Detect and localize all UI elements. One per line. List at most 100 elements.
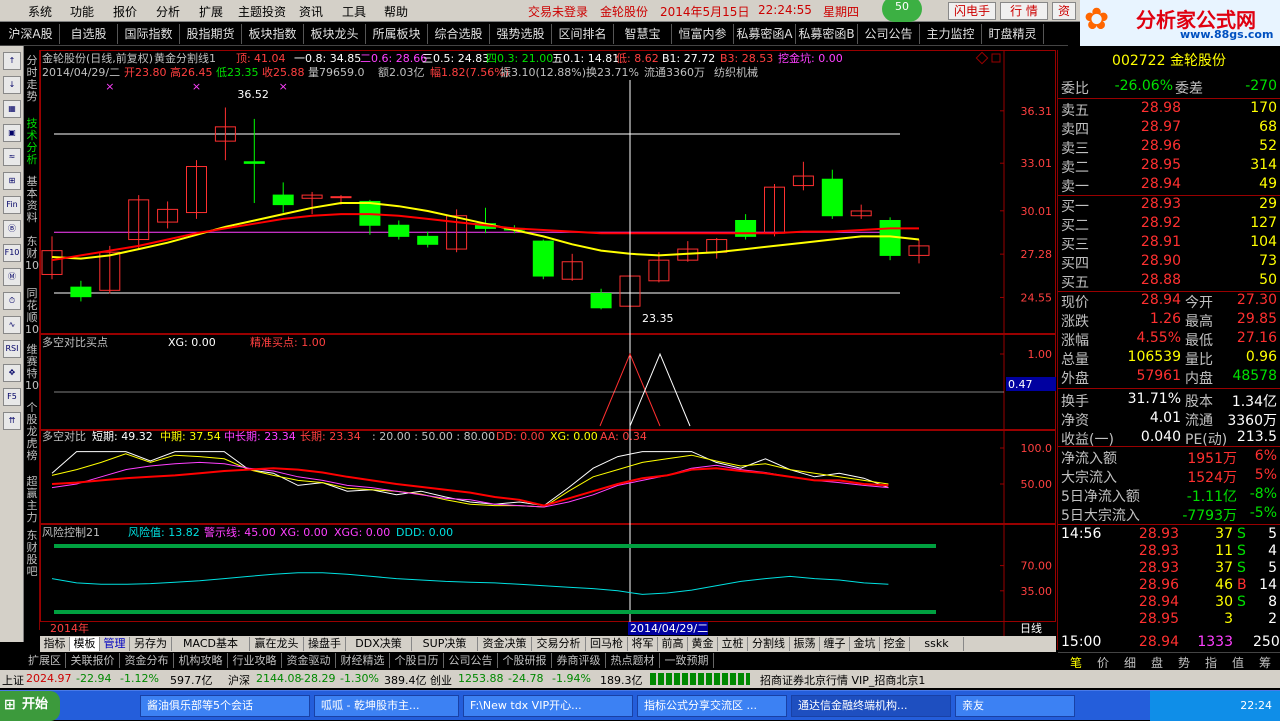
function-tab[interactable]: 资金分布 — [120, 653, 174, 668]
vertical-tab[interactable]: 技术分析 — [25, 118, 39, 166]
menu-theme[interactable]: 主题投资 — [238, 3, 286, 20]
indicator-tab[interactable]: 振荡 — [790, 637, 820, 651]
quote-button[interactable]: 行 情 — [1000, 2, 1048, 20]
toolbar-item[interactable]: 自选股 — [60, 24, 118, 44]
menu-system[interactable]: 系统 — [28, 3, 52, 20]
function-tab[interactable]: 券商评级 — [552, 653, 606, 668]
menu-quote[interactable]: 报价 — [113, 3, 137, 20]
function-tab[interactable]: 财经精选 — [336, 653, 390, 668]
toolbar-item[interactable]: 综合选股 — [428, 24, 490, 44]
indicator-tab[interactable]: 管理 — [100, 637, 130, 651]
toolbar-item[interactable]: 恒富内参 — [672, 24, 734, 44]
indicator-tab[interactable]: sskk — [910, 637, 964, 651]
toolbar-item[interactable]: 股指期货 — [180, 24, 242, 44]
left-tool-icon[interactable]: ⊞ — [3, 172, 21, 190]
quote-tab[interactable]: 价 — [1091, 654, 1115, 671]
menu-news[interactable]: 资讯 — [299, 3, 323, 20]
vertical-tab[interactable]: 维赛特10 — [25, 344, 39, 392]
indicator-tab[interactable]: 黄金 — [688, 637, 718, 651]
left-tool-icon[interactable]: Fin — [3, 196, 21, 214]
indicator-tab[interactable]: 另存为 — [130, 637, 172, 651]
menu-extend[interactable]: 扩展 — [199, 3, 223, 20]
function-tab[interactable]: 个股日历 — [390, 653, 444, 668]
indicator-tab[interactable]: 前高 — [658, 637, 688, 651]
toolbar-item[interactable]: 私募密函A — [734, 24, 796, 44]
indicator-tab[interactable]: 分割线 — [748, 637, 790, 651]
toolbar-item[interactable]: 主力监控 — [920, 24, 982, 44]
toolbar-item[interactable]: 所属板块 — [366, 24, 428, 44]
left-tool-icon[interactable]: ↓ — [3, 76, 21, 94]
task-item-guagua[interactable]: 呱呱 - 乾坤股市主... — [314, 695, 459, 717]
function-tab[interactable]: 行业攻略 — [228, 653, 282, 668]
login-status[interactable]: 交易未登录 — [528, 3, 588, 20]
indicator-tab[interactable]: 交易分析 — [532, 637, 586, 651]
indicator-tab[interactable]: SUP决策 — [412, 637, 478, 651]
toolbar-item[interactable]: 公司公告 — [858, 24, 920, 44]
chart-area[interactable]: 金轮股份(日线,前复权) 黄金分割线1 顶: 41.04 一0.8: 34.85二0.6… — [40, 50, 1056, 636]
vertical-tab[interactable]: 个股龙虎榜 — [25, 402, 39, 462]
quote-tab[interactable]: 细 — [1118, 654, 1142, 671]
left-tool-icon[interactable]: F10 — [3, 244, 21, 262]
function-tab[interactable]: 公司公告 — [444, 653, 498, 668]
left-tool-icon[interactable]: ▦ — [3, 100, 21, 118]
indicator-tab[interactable]: DDX决策 — [346, 637, 412, 651]
function-tab[interactable]: 扩展区 — [24, 653, 66, 668]
menu-analysis[interactable]: 分析 — [156, 3, 180, 20]
function-tab[interactable]: 热点题材 — [606, 653, 660, 668]
toolbar-item[interactable]: 盯盘精灵 — [982, 24, 1044, 44]
vertical-tab[interactable]: 超赢主力 — [25, 476, 39, 524]
indicator-tab[interactable]: MACD基本 — [172, 637, 250, 651]
toolbar-item[interactable]: 国际指数 — [118, 24, 180, 44]
quote-tab[interactable]: 笔 — [1064, 654, 1088, 671]
left-tool-icon[interactable]: ▣ — [3, 124, 21, 142]
task-item-folder[interactable]: F:\New tdx VIP开心... — [463, 695, 633, 717]
toolbar-item[interactable]: 私募密函B — [796, 24, 858, 44]
toolbar-item[interactable]: 板块龙头 — [304, 24, 366, 44]
quote-tab[interactable]: 值 — [1226, 654, 1250, 671]
vertical-tab[interactable]: 东财股吧 — [25, 530, 39, 578]
indicator-tab[interactable]: 将军 — [628, 637, 658, 651]
indicator-tab[interactable]: 赢在龙头 — [250, 637, 304, 651]
indicator-tab[interactable]: 操盘手 — [304, 637, 346, 651]
function-tab[interactable]: 关联报价 — [66, 653, 120, 668]
function-tab[interactable]: 个股研报 — [498, 653, 552, 668]
vertical-tab[interactable]: 东财10 — [25, 236, 39, 272]
toolbar-item[interactable]: 智慧宝 — [614, 24, 672, 44]
indicator-tab[interactable]: 指标 — [40, 637, 70, 651]
task-item-friends[interactable]: 亲友 — [955, 695, 1075, 717]
left-tool-icon[interactable]: ≈ — [3, 148, 21, 166]
task-item-chat[interactable]: 酱油俱乐部等5个会话 — [140, 695, 310, 717]
indicator-tab[interactable]: 立桩 — [718, 637, 748, 651]
menu-tools[interactable]: 工具 — [342, 3, 366, 20]
toolbar-item[interactable]: 沪深A股 — [2, 24, 60, 44]
left-tool-icon[interactable]: ⏱ — [3, 292, 21, 310]
left-tool-icon[interactable]: RSI — [3, 340, 21, 358]
info-button[interactable]: 资 — [1052, 2, 1076, 20]
left-tool-icon[interactable]: ↑ — [3, 52, 21, 70]
indicator-tab[interactable]: 金坑 — [850, 637, 880, 651]
left-tool-icon[interactable]: ⇈ — [3, 412, 21, 430]
toolbar-item[interactable]: 强势选股 — [490, 24, 552, 44]
indicator-tab[interactable]: 回马枪 — [586, 637, 628, 651]
task-item-tdx[interactable]: 通达信金融终端机构... — [791, 695, 951, 717]
vertical-tab[interactable]: 分时走势 — [25, 55, 39, 103]
vertical-tab[interactable]: 基本资料 — [25, 176, 39, 224]
menu-function[interactable]: 功能 — [70, 3, 94, 20]
left-tool-icon[interactable]: ✥ — [3, 364, 21, 382]
left-tool-icon[interactable]: Ⓑ — [3, 220, 21, 238]
start-button[interactable]: ⊞ 开始 — [0, 691, 60, 721]
indicator-tab[interactable]: 模板 — [70, 637, 100, 651]
toolbar-item[interactable]: 区间排名 — [552, 24, 614, 44]
left-tool-icon[interactable]: F5 — [3, 388, 21, 406]
menu-help[interactable]: 帮助 — [384, 3, 408, 20]
vertical-tab[interactable]: 同花顺10 — [25, 288, 39, 336]
indicator-tab[interactable]: 挖金 — [880, 637, 910, 651]
left-tool-icon[interactable]: ∿ — [3, 316, 21, 334]
task-item-forum[interactable]: 指标公式分享交流区 ... — [637, 695, 787, 717]
quote-tab[interactable]: 指 — [1199, 654, 1223, 671]
flash-trade-button[interactable]: 闪电手 — [948, 2, 996, 20]
function-tab[interactable]: 一致预期 — [660, 653, 714, 668]
indicator-tab[interactable]: 缠子 — [820, 637, 850, 651]
left-tool-icon[interactable]: Ⓜ — [3, 268, 21, 286]
function-tab[interactable]: 资金驱动 — [282, 653, 336, 668]
